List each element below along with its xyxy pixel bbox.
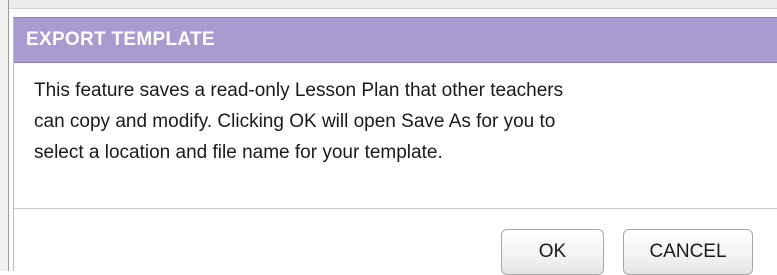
dialog-titlebar: EXPORT TEMPLATE <box>14 17 777 63</box>
message-line: can copy and modify. Clicking OK will op… <box>34 111 556 132</box>
dialog-title: EXPORT TEMPLATE <box>26 29 215 50</box>
message-line: select a location and file name for your… <box>34 142 443 163</box>
background-edge-left <box>0 0 9 271</box>
dialog-divider <box>14 208 777 209</box>
cancel-button[interactable]: CANCEL <box>623 229 753 275</box>
dialog-message: This feature saves a read-only Lesson Pl… <box>34 75 764 168</box>
export-template-dialog: EXPORT TEMPLATE This feature saves a rea… <box>13 17 777 275</box>
background-edge-top <box>0 0 777 9</box>
screen: EXPORT TEMPLATE This feature saves a rea… <box>0 0 777 275</box>
message-line: This feature saves a read-only Lesson Pl… <box>34 80 564 101</box>
ok-button[interactable]: OK <box>501 229 604 275</box>
